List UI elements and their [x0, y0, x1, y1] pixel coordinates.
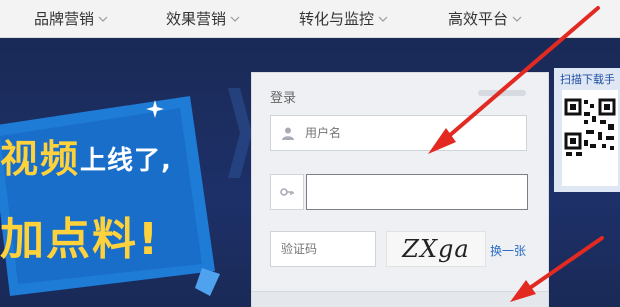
slogan-online: 上线了,: [80, 146, 172, 176]
login-panel: 登录 ZXga 换一张: [251, 72, 549, 307]
qr-code-image: [562, 90, 618, 186]
nav-item-label: 高效平台: [448, 10, 509, 28]
captcha-input[interactable]: [271, 232, 375, 266]
qr-download-panel: 扫描下载手: [554, 68, 620, 192]
chevron-down-icon: [378, 16, 388, 22]
chevron-down-icon: [512, 16, 522, 22]
nav-item-brand-marketing[interactable]: 品牌营销: [34, 8, 108, 29]
login-faint-logo: [478, 87, 528, 102]
qr-label: 扫描下载手: [560, 73, 615, 86]
chevron-down-icon: [230, 16, 240, 22]
decor-chevron: [228, 88, 252, 178]
user-icon: [271, 116, 305, 150]
username-field[interactable]: [270, 115, 527, 151]
top-nav: 品牌营销 效果营销 转化与监控 高效平台: [0, 0, 620, 38]
slogan-video: 视频: [0, 137, 81, 181]
chevron-down-icon: [98, 16, 108, 22]
refresh-captcha-link[interactable]: 换一张: [490, 242, 526, 259]
qr-code-icon: [564, 98, 616, 156]
nav-item-label: 效果营销: [166, 10, 227, 28]
captcha-text: ZXga: [402, 235, 470, 263]
nav-item-efficient-platform[interactable]: 高效平台: [448, 8, 522, 29]
captcha-image[interactable]: ZXga: [386, 231, 486, 267]
login-title: 登录: [270, 91, 297, 106]
nav-item-conversion-monitoring[interactable]: 转化与监控: [299, 8, 388, 29]
username-input[interactable]: [305, 116, 520, 150]
nav-item-label: 品牌营销: [34, 10, 95, 28]
faint-brand-icon: [478, 90, 526, 96]
nav-item-performance-marketing[interactable]: 效果营销: [166, 8, 240, 29]
key-icon: [270, 174, 304, 210]
password-input[interactable]: [306, 174, 528, 210]
slogan-add-spice: 加点料!: [0, 214, 161, 265]
sparkle-icon: [146, 100, 164, 118]
captcha-field[interactable]: [270, 231, 376, 267]
nav-item-label: 转化与监控: [299, 10, 375, 28]
